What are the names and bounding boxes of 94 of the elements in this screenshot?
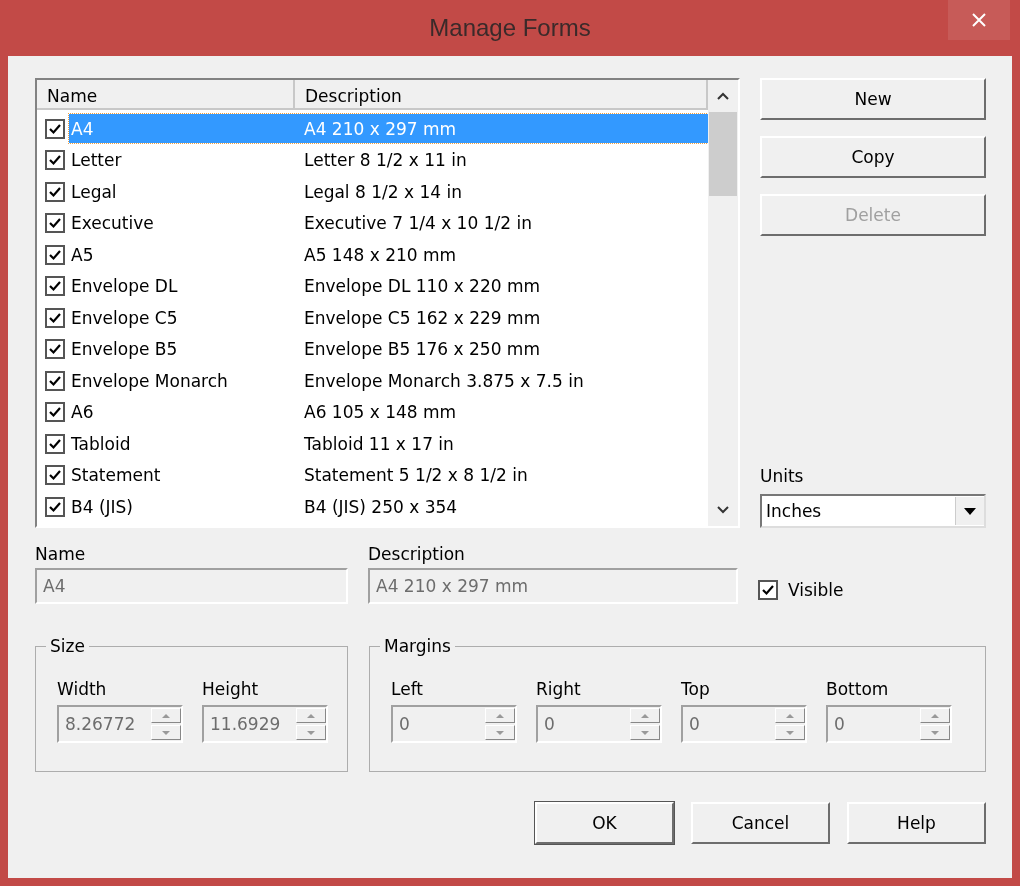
description-label: Description	[368, 544, 466, 564]
form-description: A5 148 x 210 mm	[304, 244, 457, 265]
checkmark-icon	[49, 154, 61, 167]
side-button[interactable]: Copy	[760, 136, 986, 178]
units-label: Units	[760, 466, 805, 486]
units-dropdown[interactable]: Inches	[760, 494, 986, 528]
checkmark-icon	[49, 122, 61, 135]
window-title: Manage Forms	[429, 13, 591, 42]
checkmark-icon	[49, 217, 61, 230]
dialog-button[interactable]: OK	[535, 802, 674, 844]
checkmark-icon	[49, 343, 61, 356]
form-name: A4	[70, 118, 95, 139]
scroll-up-icon[interactable]	[715, 90, 731, 102]
list-row[interactable]: Letter Letter 8 1/2 x 11 in	[69, 145, 708, 175]
checkmark-icon	[49, 248, 61, 261]
row-checkbox[interactable]	[45, 370, 65, 391]
form-name: Envelope B5	[70, 339, 179, 360]
checkmark-icon	[49, 500, 61, 513]
form-description: Statement 5 1/2 x 8 1/2 in	[304, 465, 528, 486]
row-checkbox[interactable]	[45, 307, 65, 328]
form-description: B4 (JIS) 250 x 354	[304, 496, 458, 517]
row-checkbox[interactable]	[45, 150, 65, 171]
row-checkbox[interactable]	[45, 433, 65, 454]
list-row[interactable]: Envelope C5 Envelope C5 162 x 229 mm	[69, 303, 708, 333]
scroll-thumb[interactable]	[709, 112, 737, 196]
field-label: Width	[57, 679, 108, 699]
row-checkbox[interactable]	[45, 402, 65, 423]
form-description: Envelope B5 176 x 250 mm	[304, 339, 540, 360]
form-name: Statement	[70, 465, 162, 486]
checkmark-icon	[49, 280, 61, 293]
name-label: Name	[35, 544, 87, 564]
list-row[interactable]: A5 A5 148 x 210 mm	[69, 240, 708, 270]
row-checkbox[interactable]	[45, 181, 65, 202]
row-checkbox[interactable]	[45, 118, 65, 139]
list-row[interactable]: Legal Legal 8 1/2 x 14 in	[69, 177, 708, 207]
column-header[interactable]: Name	[37, 80, 295, 110]
row-checkbox[interactable]	[45, 465, 65, 486]
scroll-down-icon[interactable]	[715, 504, 731, 516]
row-checkbox[interactable]	[45, 244, 65, 265]
form-description: Executive 7 1/4 x 10 1/2 in	[304, 213, 532, 234]
dialog-button[interactable]: Cancel	[691, 802, 830, 844]
form-description: Letter 8 1/2 x 11 in	[304, 150, 467, 171]
list-row[interactable]: Statement Statement 5 1/2 x 8 1/2 in	[69, 460, 708, 490]
form-name: Envelope Monarch	[70, 370, 229, 391]
form-name: Letter	[70, 150, 123, 171]
dialog-button[interactable]: Help	[847, 802, 986, 844]
checkmark-icon	[762, 584, 774, 596]
list-row[interactable]: Envelope DL Envelope DL 110 x 220 mm	[69, 271, 708, 301]
dropdown-arrow-icon	[964, 507, 976, 515]
list-row[interactable]: A6 A6 105 x 148 mm	[69, 397, 708, 427]
field-label: Right	[536, 679, 582, 699]
checkmark-icon	[49, 311, 61, 324]
form-description: Envelope C5 162 x 229 mm	[304, 307, 541, 328]
checkmark-icon	[49, 469, 61, 482]
checkmark-icon	[49, 374, 61, 387]
form-name: A5	[70, 244, 95, 265]
list-row[interactable]: Tabloid Tabloid 11 x 17 in	[69, 429, 708, 459]
form-description: Tabloid 11 x 17 in	[304, 433, 454, 454]
form-name: Envelope C5	[70, 307, 179, 328]
form-name: Tabloid	[70, 433, 132, 454]
form-name: A6	[70, 402, 95, 423]
checkmark-icon	[49, 437, 61, 450]
row-checkbox[interactable]	[45, 213, 65, 234]
form-name: Executive	[70, 213, 155, 234]
close-button[interactable]	[948, 0, 1010, 40]
checkmark-icon	[49, 185, 61, 198]
form-description: A4 210 x 297 mm	[304, 118, 457, 139]
close-icon	[971, 12, 987, 28]
group-title: Margins	[380, 636, 455, 656]
list-row[interactable]: Envelope Monarch Envelope Monarch 3.875 x 7.5 in	[69, 366, 708, 396]
form-description: Legal 8 1/2 x 14 in	[304, 181, 462, 202]
column-header[interactable]: Description	[295, 80, 708, 110]
row-checkbox[interactable]	[45, 339, 65, 360]
forms-list[interactable]	[35, 78, 740, 528]
form-name: Envelope DL	[70, 276, 179, 297]
form-description: Envelope DL 110 x 220 mm	[304, 276, 541, 297]
list-row[interactable]: Executive Executive 7 1/4 x 10 1/2 in	[69, 208, 708, 238]
scrollbar[interactable]	[708, 80, 738, 526]
form-name: B4 (JIS)	[70, 496, 134, 517]
visible-label: Visible	[788, 580, 844, 600]
field-label: Height	[202, 679, 260, 699]
side-button[interactable]: New	[760, 78, 986, 120]
form-description: A6 105 x 148 mm	[304, 402, 457, 423]
form-description: Envelope Monarch 3.875 x 7.5 in	[304, 370, 584, 391]
row-checkbox[interactable]	[45, 496, 65, 517]
list-row[interactable]: Envelope B5 Envelope B5 176 x 250 mm	[69, 334, 708, 364]
field-label: Left	[391, 679, 424, 699]
row-checkbox[interactable]	[45, 276, 65, 297]
list-row[interactable]: B4 (JIS) B4 (JIS) 250 x 354	[69, 492, 708, 522]
field-label: Top	[681, 679, 711, 699]
visible-checkbox[interactable]	[758, 580, 778, 600]
checkmark-icon	[49, 406, 61, 419]
form-name: Legal	[70, 181, 118, 202]
field-label: Bottom	[826, 679, 890, 699]
